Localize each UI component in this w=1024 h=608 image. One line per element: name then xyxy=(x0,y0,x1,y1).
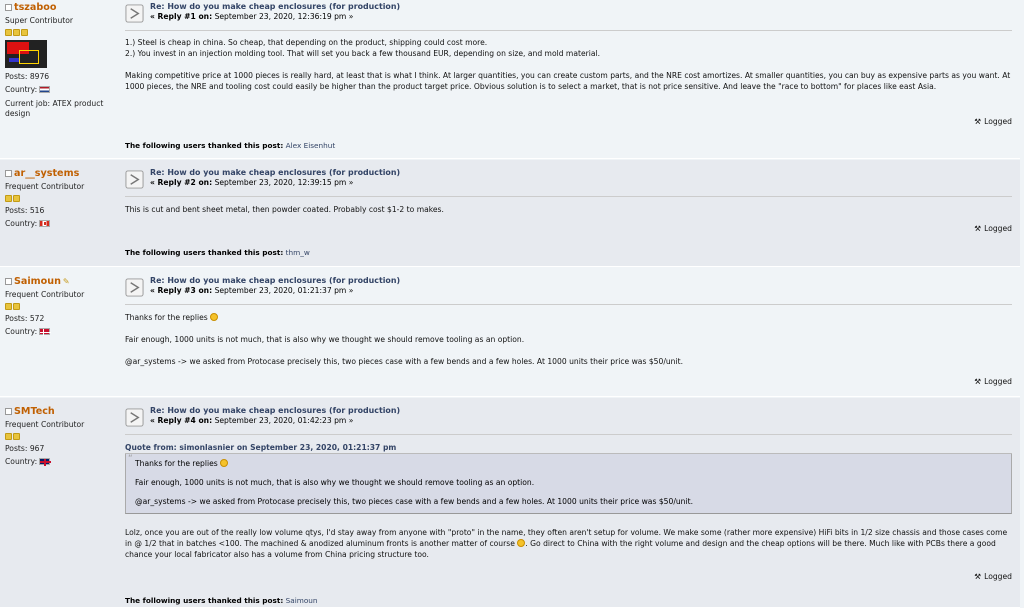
thanks-user-link[interactable]: Alex Eisenhut xyxy=(286,141,336,150)
post-title[interactable]: Re: How do you make cheap enclosures (fo… xyxy=(150,2,400,11)
online-status-icon xyxy=(5,278,12,285)
divider xyxy=(125,434,1012,435)
user-logged-icon: ⚒ xyxy=(974,572,982,581)
logged-indicator: ⚒ Logged xyxy=(974,117,1012,126)
denmark-flag-icon xyxy=(39,328,52,336)
username[interactable]: SMTech xyxy=(14,406,55,417)
member-rank: Frequent Contributor xyxy=(5,420,85,429)
username[interactable]: ar__systems xyxy=(14,168,79,179)
post-title[interactable]: Re: How do you make cheap enclosures (fo… xyxy=(150,168,400,177)
uk-flag-icon xyxy=(39,458,52,466)
post-count: Posts: 572 xyxy=(5,314,45,323)
divider xyxy=(125,30,1012,31)
thanks-user-link[interactable]: Saimoun xyxy=(286,596,318,605)
xx-post-icon xyxy=(125,170,144,189)
avatar[interactable] xyxy=(5,40,47,68)
member-rank: Frequent Contributor xyxy=(5,290,85,299)
divider xyxy=(125,304,1012,305)
poster-info: Saimoun ✎ Frequent Contributor Posts: 572… xyxy=(5,276,117,337)
thanks-line: The following users thanked this post: S… xyxy=(125,596,318,605)
post-1: tszaboo Super Contributor Posts: 8976 Co… xyxy=(0,0,1020,159)
online-status-icon xyxy=(5,4,12,11)
smiley-icon xyxy=(210,313,219,321)
rank-stars xyxy=(5,303,117,310)
xx-post-icon xyxy=(125,278,144,297)
poster-info: ar__systems Frequent Contributor Posts: … xyxy=(5,168,117,229)
smiley-icon xyxy=(220,459,229,467)
canada-flag-icon xyxy=(39,220,51,227)
post-count: Posts: 8976 xyxy=(5,72,50,81)
logged-indicator: ⚒ Logged xyxy=(974,377,1012,386)
post-4: SMTech Frequent Contributor Posts: 967 C… xyxy=(0,398,1020,608)
xx-post-icon xyxy=(125,4,144,23)
thanks-user-link[interactable]: thm_w xyxy=(286,248,310,257)
member-rank: Frequent Contributor xyxy=(5,182,85,191)
netherlands-flag-icon xyxy=(39,86,51,93)
post-title[interactable]: Re: How do you make cheap enclosures (fo… xyxy=(150,276,400,285)
rank-stars xyxy=(5,433,117,440)
rank-stars xyxy=(5,29,117,36)
country: Country: xyxy=(5,327,117,337)
poster-info: SMTech Frequent Contributor Posts: 967 C… xyxy=(5,406,117,467)
post-2: ar__systems Frequent Contributor Posts: … xyxy=(0,160,1020,267)
post-meta: « Reply #2 on: September 23, 2020, 12:39… xyxy=(150,178,354,187)
thanks-line: The following users thanked this post: A… xyxy=(125,141,336,150)
post-meta: « Reply #4 on: September 23, 2020, 01:42… xyxy=(150,416,354,425)
post-body: 1.) Steel is cheap in china. So cheap, t… xyxy=(125,38,1011,91)
quote-header-link[interactable]: Quote from: simonlasnier on September 23… xyxy=(125,443,1012,454)
post-body: Lolz, once you are out of the really low… xyxy=(125,528,1008,559)
quote-mark-icon: “ xyxy=(128,454,133,464)
post-meta: « Reply #3 on: September 23, 2020, 01:21… xyxy=(150,286,354,295)
current-job: Current job: ATEX product design xyxy=(5,99,104,118)
thanks-line: The following users thanked this post: t… xyxy=(125,248,310,257)
user-logged-icon: ⚒ xyxy=(974,117,982,126)
post-title[interactable]: Re: How do you make cheap enclosures (fo… xyxy=(150,406,400,415)
post-body: This is cut and bent sheet metal, then p… xyxy=(125,205,444,214)
divider xyxy=(125,196,1012,197)
post-count: Posts: 516 xyxy=(5,206,45,215)
online-status-icon xyxy=(5,408,12,415)
post-count: Posts: 967 xyxy=(5,444,45,453)
country: Country: xyxy=(5,85,117,95)
online-status-icon xyxy=(5,170,12,177)
post-body: Thanks for the replies Fair enough, 1000… xyxy=(125,313,683,366)
quote-block: “ Thanks for the replies Fair enough, 10… xyxy=(125,454,1012,514)
country: Country: xyxy=(5,219,117,229)
rank-stars xyxy=(5,195,117,202)
user-logged-icon: ⚒ xyxy=(974,377,982,386)
username[interactable]: tszaboo xyxy=(14,2,56,13)
poster-info: tszaboo Super Contributor Posts: 8976 Co… xyxy=(5,2,117,119)
user-logged-icon: ⚒ xyxy=(974,224,982,233)
post-meta: « Reply #1 on: September 23, 2020, 12:36… xyxy=(150,12,354,21)
xx-post-icon xyxy=(125,408,144,427)
logged-indicator: ⚒ Logged xyxy=(974,224,1012,233)
username[interactable]: Saimoun xyxy=(14,276,61,287)
member-rank: Super Contributor xyxy=(5,16,74,25)
country: Country: xyxy=(5,457,117,467)
pencil-icon: ✎ xyxy=(62,277,70,286)
logged-indicator: ⚒ Logged xyxy=(974,572,1012,581)
post-3: Saimoun ✎ Frequent Contributor Posts: 572… xyxy=(0,268,1020,397)
